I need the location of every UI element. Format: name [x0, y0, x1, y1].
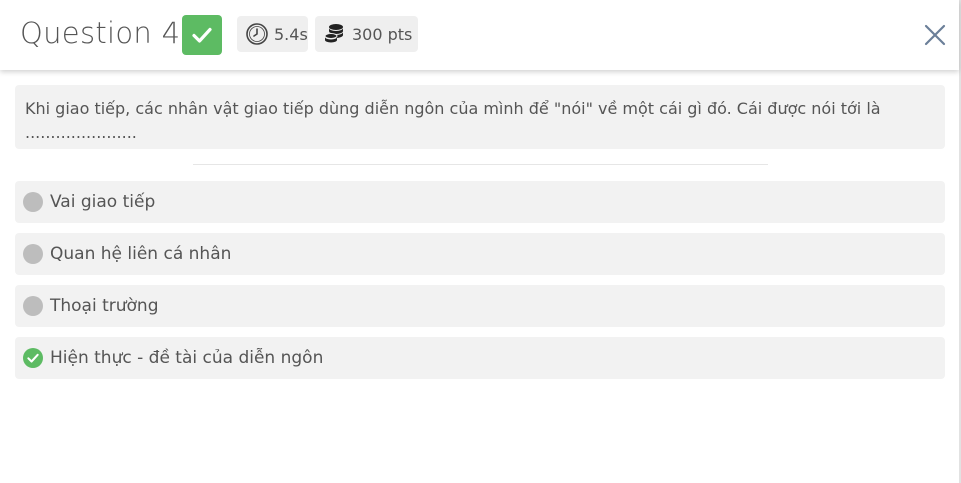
- question-header: Question 4 5.4s 300 pts: [0, 0, 959, 70]
- question-detail-modal: Question 4 5.4s 300 pts Khi giao tiếp, c…: [0, 0, 961, 483]
- question-title: Question 4: [20, 16, 181, 50]
- answer-option-correct[interactable]: Hiện thực - đề tài của diễn ngôn: [15, 337, 945, 379]
- answer-label: Thoại trường: [50, 296, 159, 316]
- points-pill: 300 pts: [315, 16, 418, 52]
- time-pill: 5.4s: [237, 16, 308, 52]
- coins-icon: [324, 24, 343, 43]
- question-box: Khi giao tiếp, các nhân vật giao tiếp dù…: [15, 85, 945, 149]
- answer-label: Hiện thực - đề tài của diễn ngôn: [50, 348, 324, 368]
- answer-option[interactable]: Thoại trường: [15, 285, 945, 327]
- answer-option[interactable]: Quan hệ liên cá nhân: [15, 233, 945, 275]
- close-icon[interactable]: [923, 23, 947, 47]
- radio-icon: [23, 296, 43, 316]
- close-button[interactable]: [923, 23, 947, 47]
- check-circle-icon: [23, 348, 43, 368]
- clock-icon: [246, 23, 268, 45]
- time-value: 5.4s: [274, 24, 308, 44]
- question-text: Khi giao tiếp, các nhân vật giao tiếp dù…: [25, 99, 881, 142]
- points-value: 300 pts: [352, 24, 413, 44]
- check-icon: [27, 353, 39, 363]
- correct-badge: [182, 15, 222, 55]
- answer-label: Vai giao tiếp: [50, 192, 156, 212]
- divider: [193, 164, 768, 165]
- check-icon: [192, 27, 212, 43]
- radio-icon: [23, 192, 43, 212]
- answer-option[interactable]: Vai giao tiếp: [15, 181, 945, 223]
- radio-icon: [23, 244, 43, 264]
- answer-label: Quan hệ liên cá nhân: [50, 244, 232, 264]
